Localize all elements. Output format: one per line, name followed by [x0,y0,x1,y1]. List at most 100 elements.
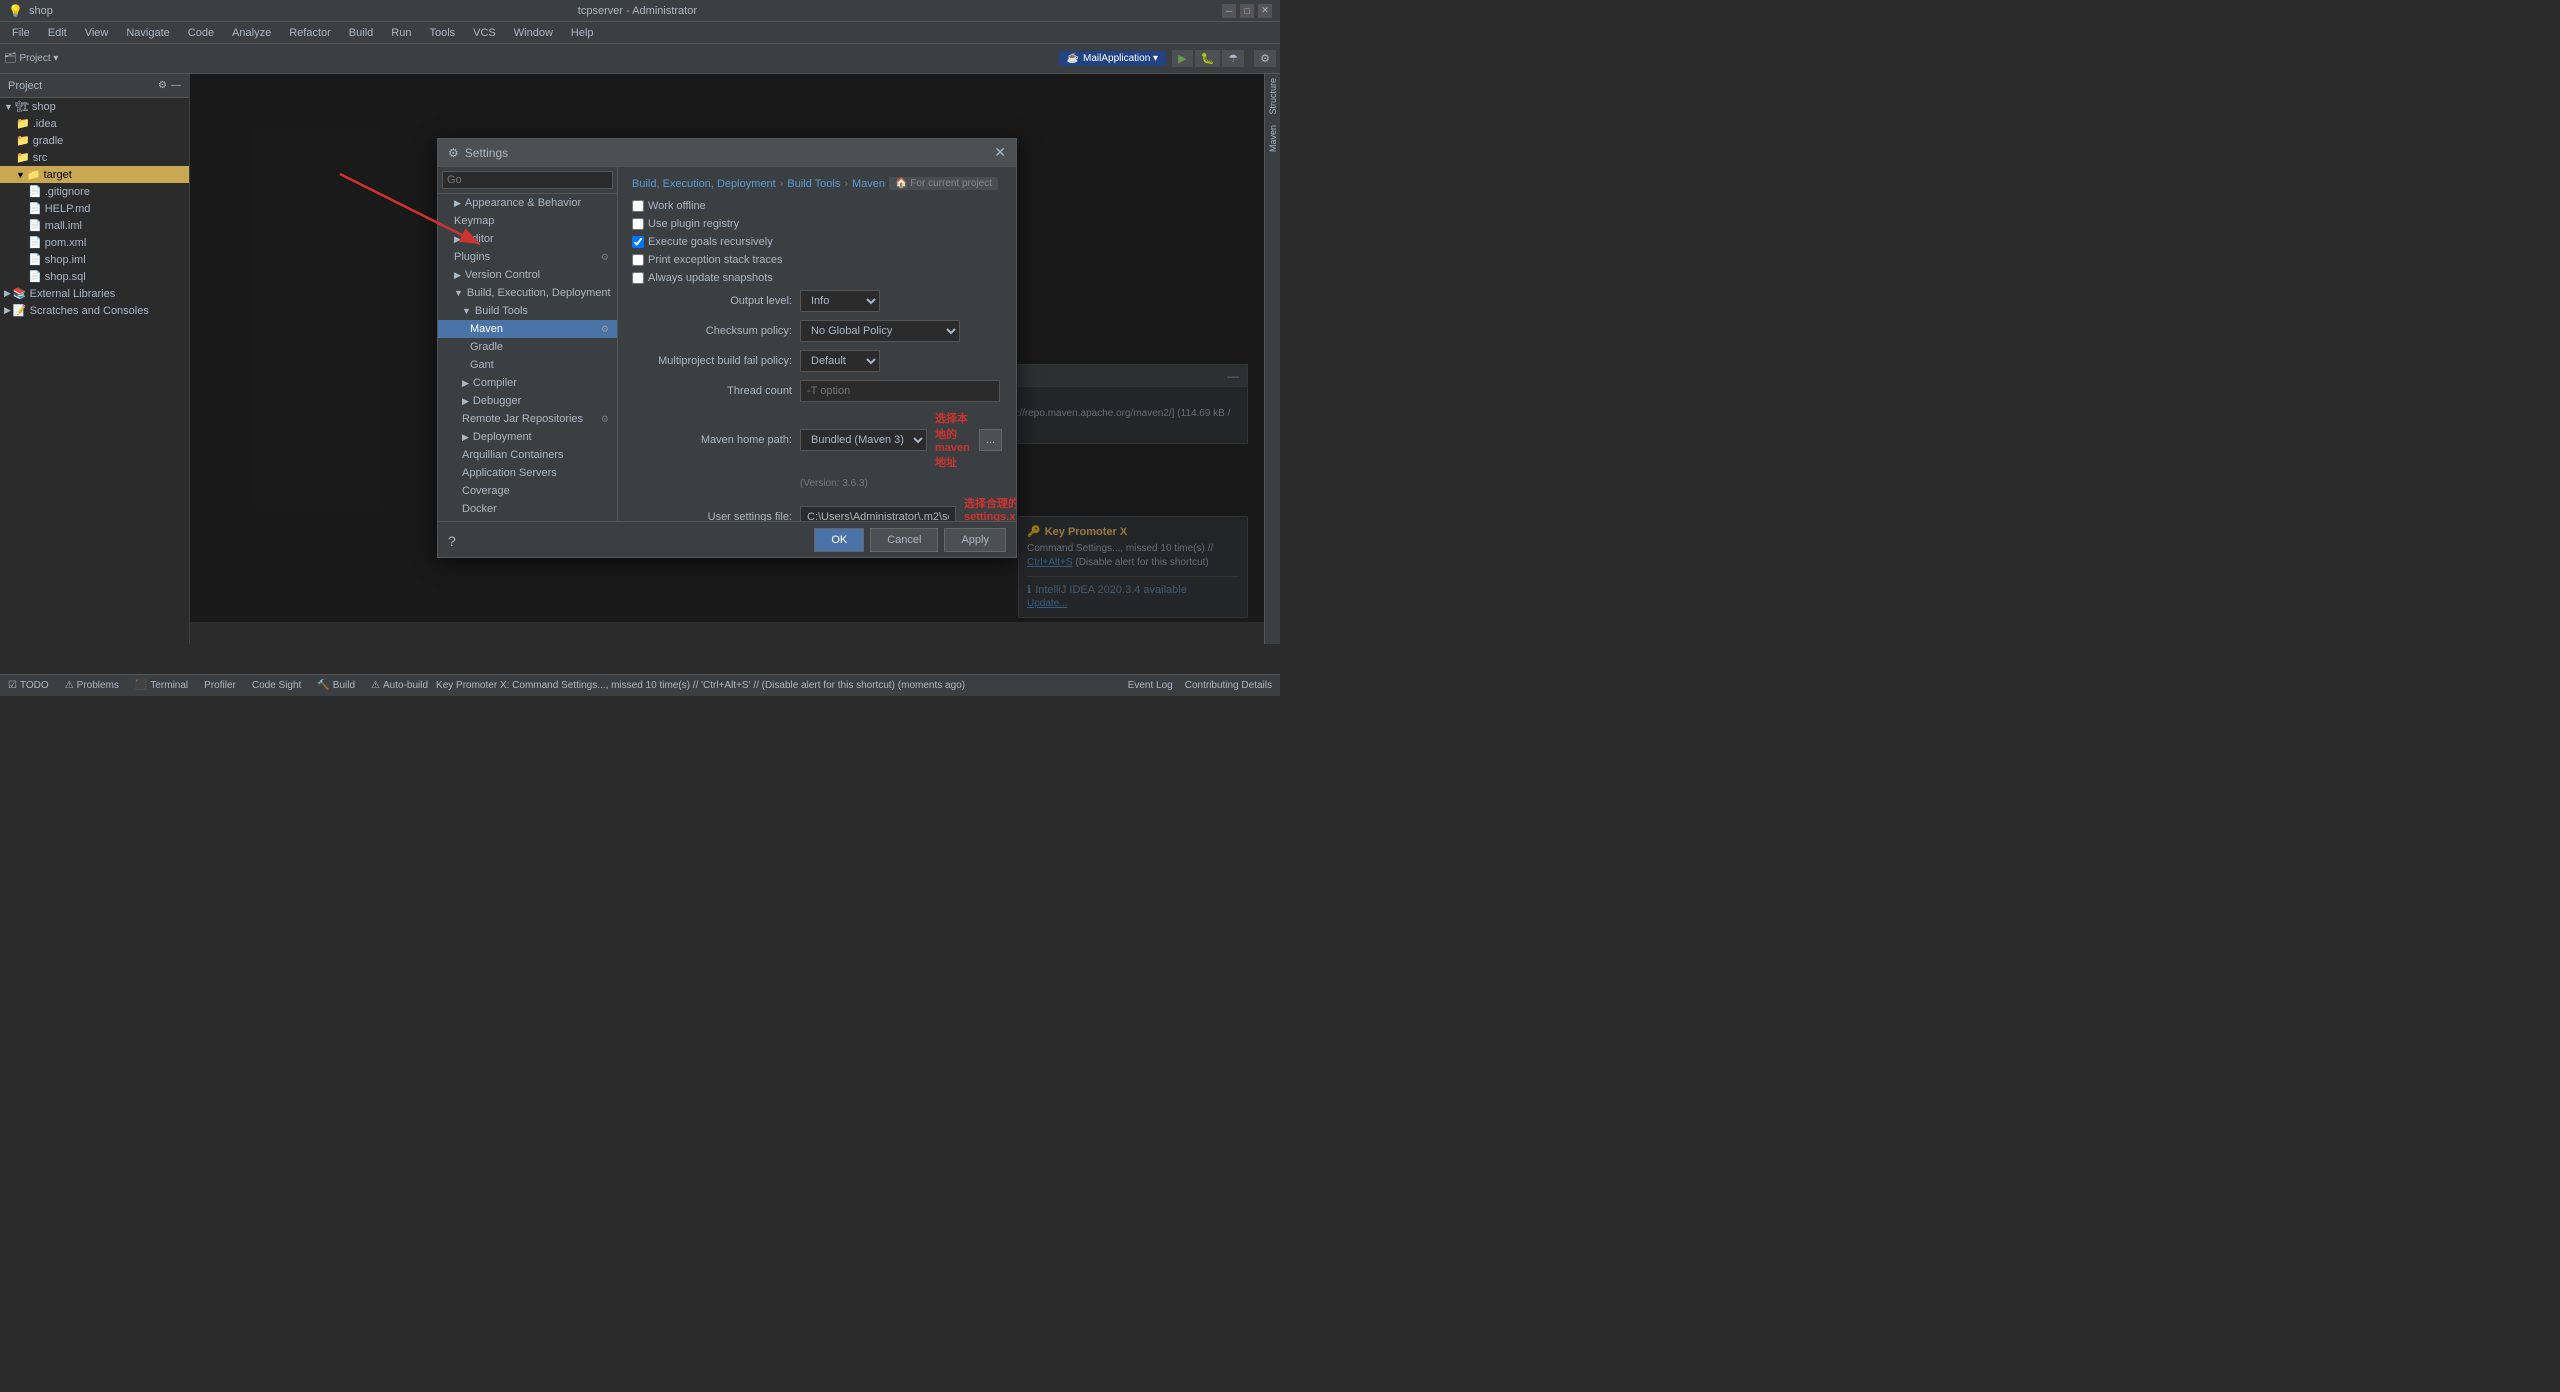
nav-docker[interactable]: Docker [438,500,617,518]
breadcrumb-link-build[interactable]: Build, Execution, Deployment [632,178,776,190]
nav-gant[interactable]: Gant [438,356,617,374]
status-terminal[interactable]: ⬛ Terminal [135,680,188,691]
maven-tab[interactable]: Maven [1268,125,1278,152]
nav-appearance-behavior[interactable]: ▶ Appearance & Behavior [438,194,617,212]
ok-button[interactable]: OK [814,528,864,552]
tree-item-shopiml[interactable]: 📄 shop.iml [0,251,189,268]
nav-build-tools[interactable]: ▼ Build Tools [438,302,617,320]
menu-tools[interactable]: Tools [421,25,463,41]
tree-item-src[interactable]: 📁 src [0,149,189,166]
menu-run[interactable]: Run [383,25,419,41]
menu-navigate[interactable]: Navigate [118,25,177,41]
contributing-link[interactable]: Contributing Details [1185,680,1272,691]
cancel-button[interactable]: Cancel [870,528,938,552]
help-icon[interactable]: ? [448,533,456,549]
tree-item-external-libs[interactable]: ▶ 📚 External Libraries [0,285,189,302]
close-button[interactable]: ✕ [1258,4,1272,18]
status-build[interactable]: 🔨 Build [317,680,355,691]
tree-item-shop[interactable]: ▼ 🏗 shop [0,98,189,115]
structure-tab[interactable]: Structure [1268,78,1278,115]
status-auto-build[interactable]: ⚠ Auto-build [371,680,428,691]
tree-item-shopsql[interactable]: 📄 shop.sql [0,268,189,285]
toolbar: 🗂 Project ▾ ☕ MailApplication ▾ ▶ 🐛 ☂ ⚙ [0,44,1280,74]
settings-search-input[interactable] [442,171,613,189]
menu-analyze[interactable]: Analyze [224,25,279,41]
thread-count-input[interactable] [800,380,1000,402]
nav-arrow-icon: ▶ [454,198,461,209]
nav-compiler[interactable]: ▶ Compiler [438,374,617,392]
nav-editor[interactable]: ▶ Editor [438,230,617,248]
toolbar-project-label: 🗂 Project ▾ [4,53,58,64]
build-icon: 🔨 [317,680,329,691]
minimize-button[interactable]: ─ [1222,4,1236,18]
dialog-close-button[interactable]: ✕ [994,144,1006,161]
collapse-all-icon[interactable]: — [171,80,181,91]
menu-window[interactable]: Window [506,25,561,41]
nav-maven[interactable]: Maven ⚙ [438,320,617,338]
tree-item-gradle[interactable]: 📁 gradle [0,132,189,149]
status-todo[interactable]: ☑ TODO [8,680,49,691]
tree-item-target[interactable]: ▼ 📁 target [0,166,189,183]
dialog-nav: ▶ Appearance & Behavior Keymap ▶ Editor … [438,167,618,521]
toolbar-run-config[interactable]: ☕ MailApplication ▾ [1059,51,1167,66]
breadcrumb-link-build-tools[interactable]: Build Tools [787,178,840,190]
tree-item-pomxml[interactable]: 📄 pom.xml [0,234,189,251]
menu-file[interactable]: File [4,25,38,41]
always-update-checkbox[interactable] [632,272,644,284]
work-offline-checkbox[interactable] [632,200,644,212]
tree-item-malliml[interactable]: 📄 mall.iml [0,217,189,234]
print-exceptions-checkbox[interactable] [632,254,644,266]
always-update-checkbox-label[interactable]: Always update snapshots [632,272,773,284]
execute-goals-label: Execute goals recursively [648,236,773,248]
menu-help[interactable]: Help [563,25,602,41]
tree-item-gitignore[interactable]: 📄 .gitignore [0,183,189,200]
menu-view[interactable]: View [77,25,117,41]
nav-plugins[interactable]: Plugins ⚙ [438,248,617,266]
nav-deployment[interactable]: ▶ Deployment [438,428,617,446]
output-level-select[interactable]: Info Debug Quiet [800,290,880,312]
multiproject-fail-select[interactable]: Default [800,350,880,372]
run-button[interactable]: ▶ [1172,50,1192,67]
nav-coverage[interactable]: Coverage [438,482,617,500]
maven-home-browse-button[interactable]: ... [979,429,1002,451]
menu-edit[interactable]: Edit [40,25,75,41]
maximize-button[interactable]: □ [1240,4,1254,18]
status-profiler[interactable]: Profiler [204,680,236,691]
maven-home-select[interactable]: Bundled (Maven 3) [800,429,927,451]
nav-remote-jar[interactable]: Remote Jar Repositories ⚙ [438,410,617,428]
debug-button[interactable]: 🐛 [1195,50,1221,67]
nav-build-execution[interactable]: ▼ Build, Execution, Deployment [438,284,617,302]
nav-app-servers[interactable]: Application Servers [438,464,617,482]
work-offline-checkbox-label[interactable]: Work offline [632,200,706,212]
nav-version-control[interactable]: ▶ Version Control [438,266,617,284]
status-code-sight[interactable]: Code Sight [252,680,301,691]
apply-button[interactable]: Apply [944,528,1006,552]
sort-icon[interactable]: ⚙ [158,80,167,91]
tree-label: .gitignore [45,186,90,198]
checksum-policy-select[interactable]: No Global Policy Strict Warn [800,320,960,342]
menu-refactor[interactable]: Refactor [281,25,339,41]
settings-button[interactable]: ⚙ [1254,50,1276,67]
event-log-link[interactable]: Event Log [1128,680,1173,691]
menu-code[interactable]: Code [180,25,222,41]
tree-item-helpmd[interactable]: 📄 HELP.md [0,200,189,217]
nav-arquillian[interactable]: Arquillian Containers [438,446,617,464]
execute-goals-checkbox-label[interactable]: Execute goals recursively [632,236,773,248]
status-problems[interactable]: ⚠ Problems [65,680,119,691]
menu-vcs[interactable]: VCS [465,25,504,41]
print-exceptions-checkbox-label[interactable]: Print exception stack traces [632,254,783,266]
use-plugin-registry-checkbox[interactable] [632,218,644,230]
nav-debugger[interactable]: ▶ Debugger [438,392,617,410]
breadcrumb-current-maven[interactable]: Maven [852,178,885,190]
user-settings-input[interactable] [800,506,956,521]
editor-area: ⚙ Settings ✕ ▶ Appearance & Behavior [190,74,1264,644]
coverage-button[interactable]: ☂ [1222,50,1244,67]
nav-label: Maven [470,323,503,335]
nav-gradle[interactable]: Gradle [438,338,617,356]
execute-goals-checkbox[interactable] [632,236,644,248]
tree-item-idea[interactable]: 📁 .idea [0,115,189,132]
nav-keymap[interactable]: Keymap [438,212,617,230]
use-plugin-registry-checkbox-label[interactable]: Use plugin registry [632,218,739,230]
tree-item-scratches[interactable]: ▶ 📝 Scratches and Consoles [0,302,189,319]
menu-build[interactable]: Build [341,25,381,41]
